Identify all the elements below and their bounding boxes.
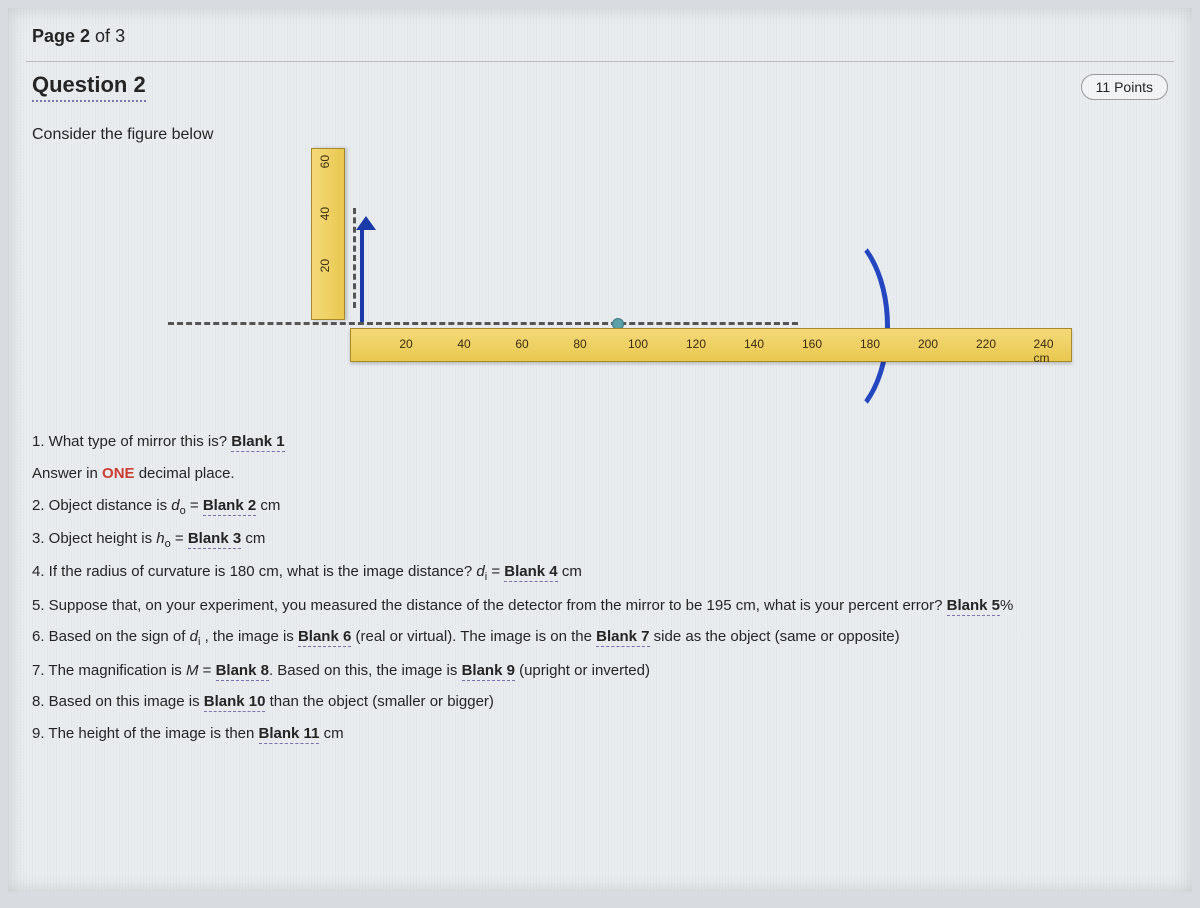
q1-blank[interactable]: Blank 1 <box>231 433 284 452</box>
q9-a: 9. The height of the image is then <box>32 725 259 742</box>
q9-blank[interactable]: Blank 11 <box>259 725 320 744</box>
q8: 8. Based on this image is Blank 10 than … <box>32 688 1168 716</box>
q4-eq: = <box>487 563 504 580</box>
htick-20: 20 <box>399 337 412 351</box>
q1-note: Answer in ONE decimal place. <box>32 460 1168 488</box>
q2-a: 2. Object distance is <box>32 497 171 514</box>
q1: 1. What type of mirror this is? Blank 1 <box>32 428 1168 456</box>
q1-text: 1. What type of mirror this is? <box>32 433 231 450</box>
q4-unit: cm <box>558 563 582 580</box>
q2-unit: cm <box>256 497 280 514</box>
q7-a: 7. The magnification is <box>32 662 186 679</box>
vtick-60: 60 <box>318 155 332 168</box>
htick-180: 180 <box>860 337 880 351</box>
page-of: of <box>90 26 115 46</box>
q6: 6. Based on the sign of di , the image i… <box>32 623 1168 652</box>
q9-b: cm <box>319 725 343 742</box>
question-block: Question 2 11 Points Consider the figure… <box>8 62 1192 772</box>
q3-a: 3. Object height is <box>32 530 156 547</box>
q1b-a: Answer in <box>32 465 102 482</box>
q6-a: 6. Based on the sign of <box>32 628 190 645</box>
page-frame: Page 2 of 3 Question 2 11 Points Conside… <box>8 8 1192 892</box>
q6-var: d <box>190 628 198 645</box>
vtick-20: 20 <box>318 259 332 272</box>
q1b-b: decimal place. <box>135 465 235 482</box>
question-header: Question 2 11 Points <box>32 72 1168 102</box>
q4-blank[interactable]: Blank 4 <box>504 563 557 582</box>
htick-160: 160 <box>802 337 822 351</box>
q5-unit: % <box>1000 597 1013 614</box>
q7-blank2[interactable]: Blank 9 <box>462 662 515 681</box>
htick-80: 80 <box>573 337 586 351</box>
q7: 7. The magnification is M = Blank 8. Bas… <box>32 657 1168 685</box>
q7-var: M <box>186 662 199 679</box>
htick-40: 40 <box>457 337 470 351</box>
one-highlight: ONE <box>102 465 135 482</box>
q3: 3. Object height is ho = Blank 3 cm <box>32 525 1168 554</box>
q8-a: 8. Based on this image is <box>32 693 204 710</box>
q2: 2. Object distance is do = Blank 2 cm <box>32 492 1168 521</box>
q3-var: h <box>156 530 164 547</box>
htick-100: 100 <box>628 337 648 351</box>
q7-eq: = <box>198 662 215 679</box>
q8-blank[interactable]: Blank 10 <box>204 693 266 712</box>
page-current: 2 <box>80 26 90 46</box>
vtick-40: 40 <box>318 207 332 220</box>
htick-240: 240 cm <box>1034 337 1059 365</box>
q2-eq: = <box>186 497 203 514</box>
q6-blank1[interactable]: Blank 6 <box>298 628 351 647</box>
question-list: 1. What type of mirror this is? Blank 1 … <box>32 428 1168 748</box>
q6-blank2[interactable]: Blank 7 <box>596 628 649 647</box>
htick-200: 200 <box>918 337 938 351</box>
q7-blank1[interactable]: Blank 8 <box>216 662 269 681</box>
q6-c: (real or virtual). The image is on the <box>351 628 596 645</box>
q7-b: . Based on this, the image is <box>269 662 462 679</box>
q8-b: than the object (smaller or bigger) <box>265 693 493 710</box>
htick-140: 140 <box>744 337 764 351</box>
q9: 9. The height of the image is then Blank… <box>32 720 1168 748</box>
q4-a: 4. If the radius of curvature is 180 cm,… <box>32 563 476 580</box>
q6-b: , the image is <box>200 628 298 645</box>
page-total: 3 <box>115 26 125 46</box>
q6-d: side as the object (same or opposite) <box>650 628 900 645</box>
principal-axis-dash <box>168 322 798 325</box>
q2-var: d <box>171 497 179 514</box>
instruction-text: Consider the figure below <box>32 126 1168 144</box>
q5: 5. Suppose that, on your experiment, you… <box>32 592 1168 620</box>
question-title: Question 2 <box>32 72 146 102</box>
q2-blank[interactable]: Blank 2 <box>203 497 256 516</box>
page-indicator: Page 2 of 3 <box>8 8 1192 57</box>
htick-60: 60 <box>515 337 528 351</box>
htick-120: 120 <box>686 337 706 351</box>
q3-blank[interactable]: Blank 3 <box>188 530 241 549</box>
q5-blank[interactable]: Blank 5 <box>947 597 1000 616</box>
horizontal-ruler: 20 40 60 80 100 120 140 160 180 200 220 … <box>350 328 1072 362</box>
q3-eq: = <box>171 530 188 547</box>
page-prefix: Page <box>32 26 80 46</box>
object-arrow <box>360 226 364 322</box>
optics-figure: 20 40 60 20 40 60 80 100 120 140 160 180… <box>50 148 1168 418</box>
points-badge: 11 Points <box>1081 74 1168 100</box>
q4: 4. If the radius of curvature is 180 cm,… <box>32 558 1168 587</box>
htick-220: 220 <box>976 337 996 351</box>
q5-a: 5. Suppose that, on your experiment, you… <box>32 597 947 614</box>
q7-c: (upright or inverted) <box>515 662 650 679</box>
q3-unit: cm <box>241 530 265 547</box>
q4-var: d <box>476 563 484 580</box>
mirror-arc <box>760 226 890 426</box>
vertical-ruler: 20 40 60 <box>311 148 345 320</box>
